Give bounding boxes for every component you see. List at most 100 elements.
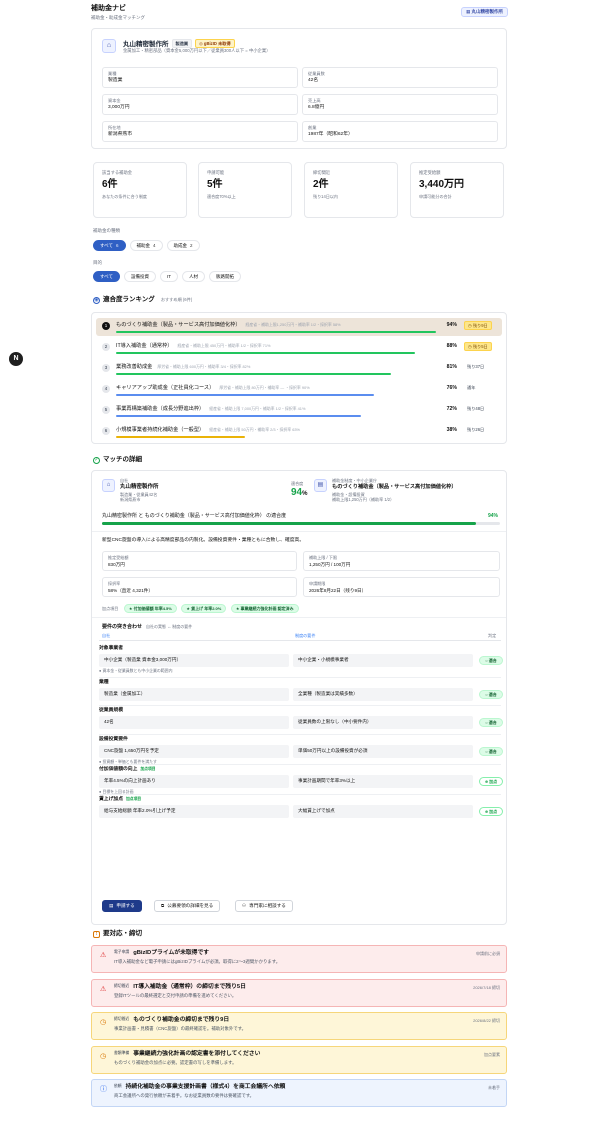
purpose-chip-sales[interactable]: 販路開拓 [209, 271, 242, 282]
type-chip-all[interactable]: すべて 6 [93, 240, 126, 251]
ranking-row[interactable]: 3 業務改善助成金 厚労省・補助上限 600万円・補助率 3/4・採択率 82% 81… [96, 360, 502, 378]
consult-button[interactable]: ⚇ 専門家に相談する [235, 900, 293, 912]
warning-icon: ⚠ [100, 952, 107, 959]
external-link-icon: ⧉ [161, 903, 165, 909]
box-estimated: 推定受給額 830万円 [102, 551, 297, 571]
ranking-bar [116, 436, 246, 438]
ranking-percent: 81% [446, 364, 457, 370]
alert-when: 加点要素 [484, 1051, 500, 1057]
program-tag: 補助金制度・中小企業庁 [332, 478, 378, 483]
purpose-chip-equipment[interactable]: 設備投資 [124, 271, 157, 282]
ranking-row[interactable]: 5 事業再構築補助金（成長分野進出枠） 経産省・補助上限 7,000万円・補助率 1… [96, 402, 502, 420]
requirement-rule-value: 大幅賃上げで加点 [293, 805, 473, 818]
ranking-row[interactable]: 6 小規模事業者持続化補助金（一般型） 経産省・補助上限 50万円・補助率 2/3・… [96, 423, 502, 441]
ranking-bar [116, 373, 392, 375]
requirement-name: 業種 [99, 680, 109, 685]
alert-title: 依頼 持続化補助金の事業支援計画書（様式4）を商工会議所へ依頼 [114, 1084, 286, 1090]
requirement-rule-value: 従業員数の上限なし（中小要件内） [293, 716, 473, 729]
ranking-bar [116, 415, 361, 417]
ranking-deadline: 通年 [467, 385, 476, 390]
alert-item[interactable]: ⚠ 締切間近 IT導入補助金（通常枠）の締切まで残り5日 登録ITツールの最終選定と交… [91, 978, 507, 1007]
alert-message: IT導入補助金など電子申請にはgBizIDプライムが必須。取得に2〜3週間かかり… [114, 959, 281, 965]
ranking-bar [116, 394, 375, 396]
company-description: 金属加工・精密部品（資本金5,000万円以下／従業員300人以下 = 中小企業） [123, 48, 271, 53]
detail-title: ✓ マッチの詳細 [93, 456, 142, 464]
type-filter-label: 補助金の種類 [93, 228, 120, 233]
purpose-chip-hr[interactable]: 人材 [182, 271, 206, 282]
type-filter-chips: すべて 6 補助金 4 助成金 2 [93, 240, 200, 251]
subsidy-icon: ▤ [314, 479, 327, 492]
requirement-self-value: 42名 [99, 716, 289, 729]
app-subtitle: 補助金・助成金マッチング [91, 14, 145, 20]
gbiz-status-tag: ◎ gBizID 未取得 [195, 39, 235, 49]
purpose-chip-it[interactable]: IT [160, 271, 179, 282]
clock-icon: ! [93, 930, 100, 938]
alert-title: 締切間近 ものづくり補助金の締切まで残り9日 [114, 1017, 230, 1023]
alert-message: 登録ITツールの最終選定と交付申請の準備を進めてください。 [114, 992, 237, 998]
ranking-title: ◉ 適合度ランキング おすすめ順 (6件) [93, 296, 193, 304]
purpose-filter-label: 目的 [93, 260, 102, 265]
company-switch-badge[interactable]: ▦ 丸山精密製作所 [460, 7, 508, 17]
requirement-item: 賃上げ加点 加点項目 給与支給総額 年率2.0%引上げ予定 大幅賃上げで加点 ⊕ 加点 [99, 797, 503, 818]
requirement-name: 賃上げ加点 加点項目 [99, 797, 142, 802]
bonus-tag: ★ 賃上げ 年率2.0% [181, 604, 227, 613]
alerts-title: ! 要対応・締切 [93, 930, 142, 938]
ranking-name: 小規模事業者持続化補助金（一般型） 経産省・補助上限 50万円・補助率 2/3・採… [116, 427, 300, 433]
requirement-rule-value: 全業種（製造業は実績多数） [293, 688, 473, 701]
requirement-self-value: CNC旋盤 1,650万円を予定 [99, 745, 289, 758]
ranking-name: キャリアアップ助成金（正社員化コース） 厚労省・補助上限 80万円・補助率 — ・… [116, 385, 310, 391]
self-tag: 自社 [120, 478, 129, 483]
field-industry: 業種 製造業 [102, 67, 298, 88]
ranking-row[interactable]: 2 IT導入補助金（通常枠） 経産省・補助上限 450万円・補助率 1/2・採択率 … [96, 339, 502, 357]
alert-when: 未着手 [488, 1085, 500, 1090]
type-chip-grant[interactable]: 助成金 2 [166, 240, 200, 251]
alert-item[interactable]: ⓘ 依頼 持続化補助金の事業支援計画書（様式4）を商工会議所へ依頼 商工会議所への発行… [91, 1079, 507, 1107]
requirement-name: 従業員規模 [99, 708, 123, 713]
ranking-row[interactable]: 4 キャリアアップ助成金（正社員化コース） 厚労省・補助上限 80万円・補助率 — … [96, 381, 502, 399]
app-title: 補助金ナビ [91, 5, 126, 12]
req-title: 要件の突き合わせ 自社の実態 ↔ 制度の要件 [102, 624, 193, 630]
judge-badge: ○ 適合 [479, 656, 503, 665]
ranking-deadline: 残り37日 [467, 364, 485, 369]
floating-action-button[interactable]: N [9, 352, 23, 366]
alert-title: 締切間近 IT導入補助金（通常枠）の締切まで残り5日 [114, 983, 246, 990]
document-icon: ▤ [109, 903, 114, 909]
requirement-rule-value: 単価50万円以上の設備投資が必須 [293, 745, 473, 758]
ranking-name: IT導入補助金（通常枠） 経産省・補助上限 450万円・補助率 1/2・採択率 7… [116, 343, 271, 349]
apply-button[interactable]: ▤ 申請する [102, 900, 142, 912]
alert-title: 電子申請 gBizIDプライムが未取得です [114, 950, 210, 956]
col-judge: 判定 [488, 633, 497, 638]
stat-applicable: 申請可能 5件 適合度70%以上 [198, 162, 292, 218]
purpose-filter-chips: すべて 設備投資 IT 人材 販路開拓 [93, 271, 242, 282]
stat-deadline-soon: 締切間近 2件 残り14日以内 [304, 162, 398, 218]
purpose-chip-all[interactable]: すべて [93, 271, 121, 282]
col-rule: 制度の要件 [295, 633, 316, 638]
requirement-item: 従業員規模 42名 従業員数の上限なし（中小要件内） ○ 適合 [99, 708, 503, 729]
alert-when: 申請前に必須 [476, 951, 500, 956]
requirement-item: 付加価値額の向上 加点項目 年率4.5%の向上計画あり 事業計画期間で年率3%以上 ⊕ 加… [99, 767, 503, 794]
requirement-self-value: 年率4.5%の向上計画あり [99, 775, 289, 788]
match-line: 丸山精密製作所 と ものづくり補助金（製品・サービス高付加価値化枠） の適合度 [102, 513, 287, 519]
requirement-self-value: 中小企業（製造業 資本金3,000万円） [99, 654, 289, 667]
warning-icon: ⚠ [100, 985, 107, 993]
ranking-row[interactable]: 1 ものづくり補助金（製品・サービス高付加価値化枠） 経産省・補助上限1,250万円… [96, 318, 502, 336]
ranking-deadline: ◷ 残り5日 [464, 342, 492, 352]
match-bar-fill [102, 522, 477, 525]
ranking-name: ものづくり補助金（製品・サービス高付加価値化枠） 経産省・補助上限1,250万円・… [116, 322, 341, 328]
type-chip-subsidy[interactable]: 補助金 4 [129, 240, 163, 251]
judge-badge: ⊕ 加点 [479, 777, 503, 786]
check-circle-icon: ✓ [93, 456, 100, 464]
alert-item[interactable]: ⚠ 電子申請 gBizIDプライムが未取得です IT導入補助金など電子申請にはgBiz… [91, 945, 507, 973]
check-icon: ○ [485, 749, 488, 754]
ranking-name: 業務改善助成金 厚労省・補助上限 600万円・補助率 3/4・採択率 82% [116, 364, 251, 370]
program-sub2: 補助上限1,250万円（補助率 1/2） [332, 497, 395, 502]
program-name: ものづくり補助金（製品・サービス高付加価値化枠） [332, 484, 457, 490]
requirement-item: 設備投資要件 CNC旋盤 1,650万円を予定 単価50万円以上の設備投資が必須 ○ 適… [99, 737, 503, 764]
alert-when: 2026/8/22 締切 [473, 1018, 500, 1023]
alert-item[interactable]: ◷ 書類準備 事業継続力強化計画の認定書を添付してください ものづくり補助金の加点に必… [91, 1045, 507, 1074]
ranking-deadline: 残り26日 [467, 427, 485, 432]
rank-number: 6 [102, 427, 110, 435]
guideline-button[interactable]: ⧉ 公募要領の詳細を見る [154, 900, 221, 912]
alert-item[interactable]: ◷ 締切間近 ものづくり補助金の締切まで残り9日 事業計画書・見積書（CNC旋盤）の最… [91, 1012, 507, 1040]
field-revenue: 売上高 6.8億円 [302, 94, 498, 115]
